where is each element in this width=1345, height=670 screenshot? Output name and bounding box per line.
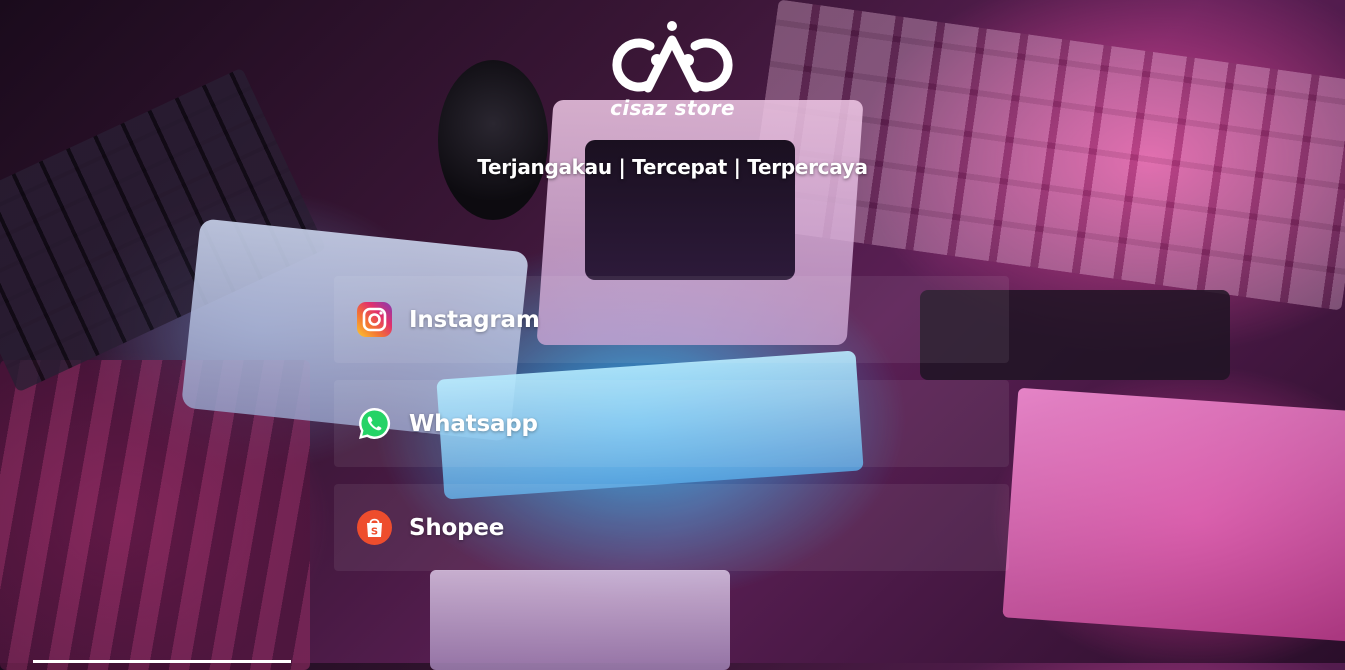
shopee-icon: S <box>357 510 392 545</box>
instagram-icon <box>357 302 392 337</box>
instagram-link-button[interactable]: Instagram <box>334 276 1009 363</box>
cisaz-logo-icon <box>612 21 733 93</box>
instagram-link-label: Instagram <box>409 306 540 333</box>
shopee-link-label: Shopee <box>409 514 505 541</box>
whatsapp-link-button[interactable]: Whatsapp <box>334 380 1009 467</box>
svg-text:S: S <box>371 527 378 538</box>
brand-logo: cisaz store <box>605 18 740 123</box>
brand-name: cisaz store <box>610 96 735 120</box>
text-cursor-icon <box>507 163 509 169</box>
link-list: Instagram Whatsapp S Shopee <box>334 276 1009 588</box>
whatsapp-icon <box>357 406 392 441</box>
tagline: Terjangakau | Tercepat | Terpercaya <box>477 155 868 179</box>
whatsapp-link-label: Whatsapp <box>409 410 538 437</box>
background-joystick <box>438 60 548 220</box>
shopee-link-button[interactable]: S Shopee <box>334 484 1009 571</box>
background-cartridge <box>1002 387 1345 643</box>
